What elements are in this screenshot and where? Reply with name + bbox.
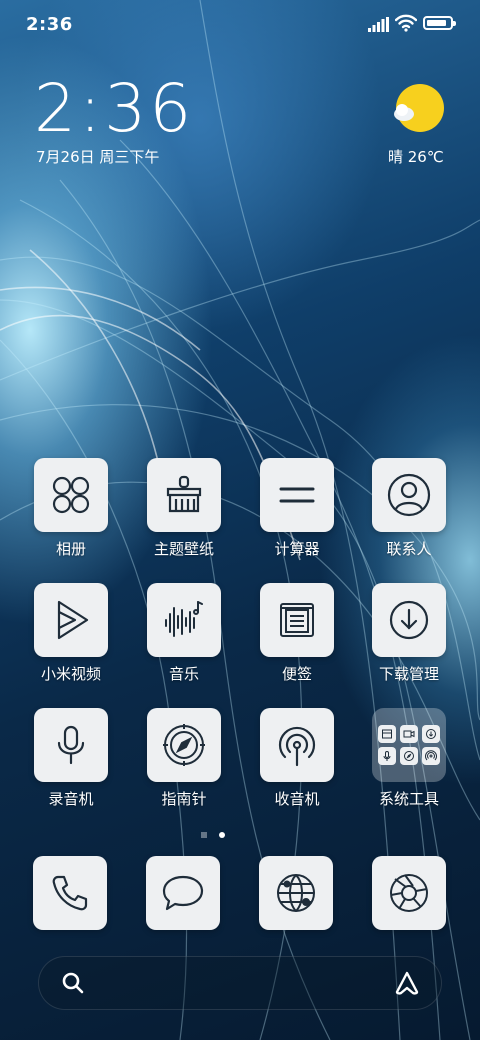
app-folder-system-tools[interactable]: 系统工具	[359, 708, 459, 809]
camera-icon	[390, 874, 428, 912]
status-time: 2:36	[26, 14, 73, 35]
app-music[interactable]: 音乐	[134, 583, 234, 684]
app-notes[interactable]: 便签	[247, 583, 347, 684]
browser-icon	[277, 874, 315, 912]
dock-browser[interactable]	[259, 856, 333, 930]
app-tile[interactable]	[34, 458, 108, 532]
app-gallery[interactable]: 相册	[21, 458, 121, 559]
app-label: 联系人	[386, 540, 432, 558]
app-recorder[interactable]: 录音机	[21, 708, 121, 809]
search-icon[interactable]	[61, 971, 85, 995]
page-indicator-home	[201, 832, 207, 838]
phone-icon	[52, 875, 88, 911]
app-label: 收音机	[274, 790, 320, 808]
app-themes[interactable]: 主题壁纸	[134, 458, 234, 559]
wifi-icon	[395, 14, 417, 32]
messages-icon	[162, 875, 204, 911]
mini-microphone-icon	[378, 747, 396, 765]
music-icon	[165, 601, 203, 637]
app-tile[interactable]	[147, 458, 221, 532]
theme-brush-icon	[166, 475, 202, 513]
radio-icon	[278, 726, 316, 767]
app-label: 指南针	[161, 790, 207, 808]
app-compass[interactable]: 指南针	[134, 708, 234, 809]
app-tile[interactable]	[260, 583, 334, 657]
mini-compass-icon	[400, 747, 418, 765]
app-video[interactable]: 小米视频	[21, 583, 121, 684]
app-label: 小米视频	[40, 665, 101, 683]
video-play-icon	[57, 600, 89, 640]
app-tile[interactable]	[260, 708, 334, 782]
contacts-icon	[387, 473, 431, 517]
app-label: 下载管理	[378, 665, 439, 683]
app-label: 相册	[55, 540, 86, 558]
app-label: 主题壁纸	[153, 540, 214, 558]
search-bar[interactable]	[38, 956, 442, 1010]
sunny-cloud-icon[interactable]	[392, 84, 444, 136]
weather-text[interactable]: 晴 26℃	[388, 146, 444, 167]
app-contacts[interactable]: 联系人	[359, 458, 459, 559]
page-indicator[interactable]	[200, 830, 230, 840]
mini-radio-icon	[422, 747, 440, 765]
dock-phone[interactable]	[33, 856, 107, 930]
gallery-icon	[52, 476, 90, 514]
dock-camera[interactable]	[372, 856, 446, 930]
clock-time[interactable]: 2:36	[34, 74, 194, 144]
dock-messages[interactable]	[146, 856, 220, 930]
assistant-icon[interactable]	[393, 969, 421, 997]
app-label: 录音机	[48, 790, 94, 808]
folder-icon[interactable]	[372, 708, 446, 782]
clock-date: 7月26日 周三下午	[36, 148, 160, 166]
app-label: 音乐	[168, 665, 199, 683]
signal-icon	[368, 17, 389, 32]
app-tile[interactable]	[147, 583, 221, 657]
notes-icon	[280, 603, 314, 637]
app-tile[interactable]	[34, 708, 108, 782]
mini-video-icon	[400, 725, 418, 743]
mini-notes-icon	[378, 725, 396, 743]
mini-download-icon	[422, 725, 440, 743]
page-indicator-dot-active	[219, 832, 225, 838]
compass-icon	[163, 724, 205, 766]
app-label: 计算器	[274, 540, 320, 558]
app-downloads[interactable]: 下载管理	[359, 583, 459, 684]
app-tile[interactable]	[372, 583, 446, 657]
app-tile[interactable]	[34, 583, 108, 657]
app-tile[interactable]	[372, 458, 446, 532]
app-calculator[interactable]: 计算器	[247, 458, 347, 559]
microphone-icon	[57, 725, 85, 765]
status-bar: 2:36	[0, 0, 480, 50]
app-label: 系统工具	[378, 790, 439, 808]
battery-icon	[423, 16, 456, 30]
calculator-icon	[279, 487, 315, 503]
download-icon	[389, 600, 429, 640]
app-tile[interactable]	[147, 708, 221, 782]
app-tile[interactable]	[260, 458, 334, 532]
app-label: 便签	[281, 665, 312, 683]
app-radio[interactable]: 收音机	[247, 708, 347, 809]
